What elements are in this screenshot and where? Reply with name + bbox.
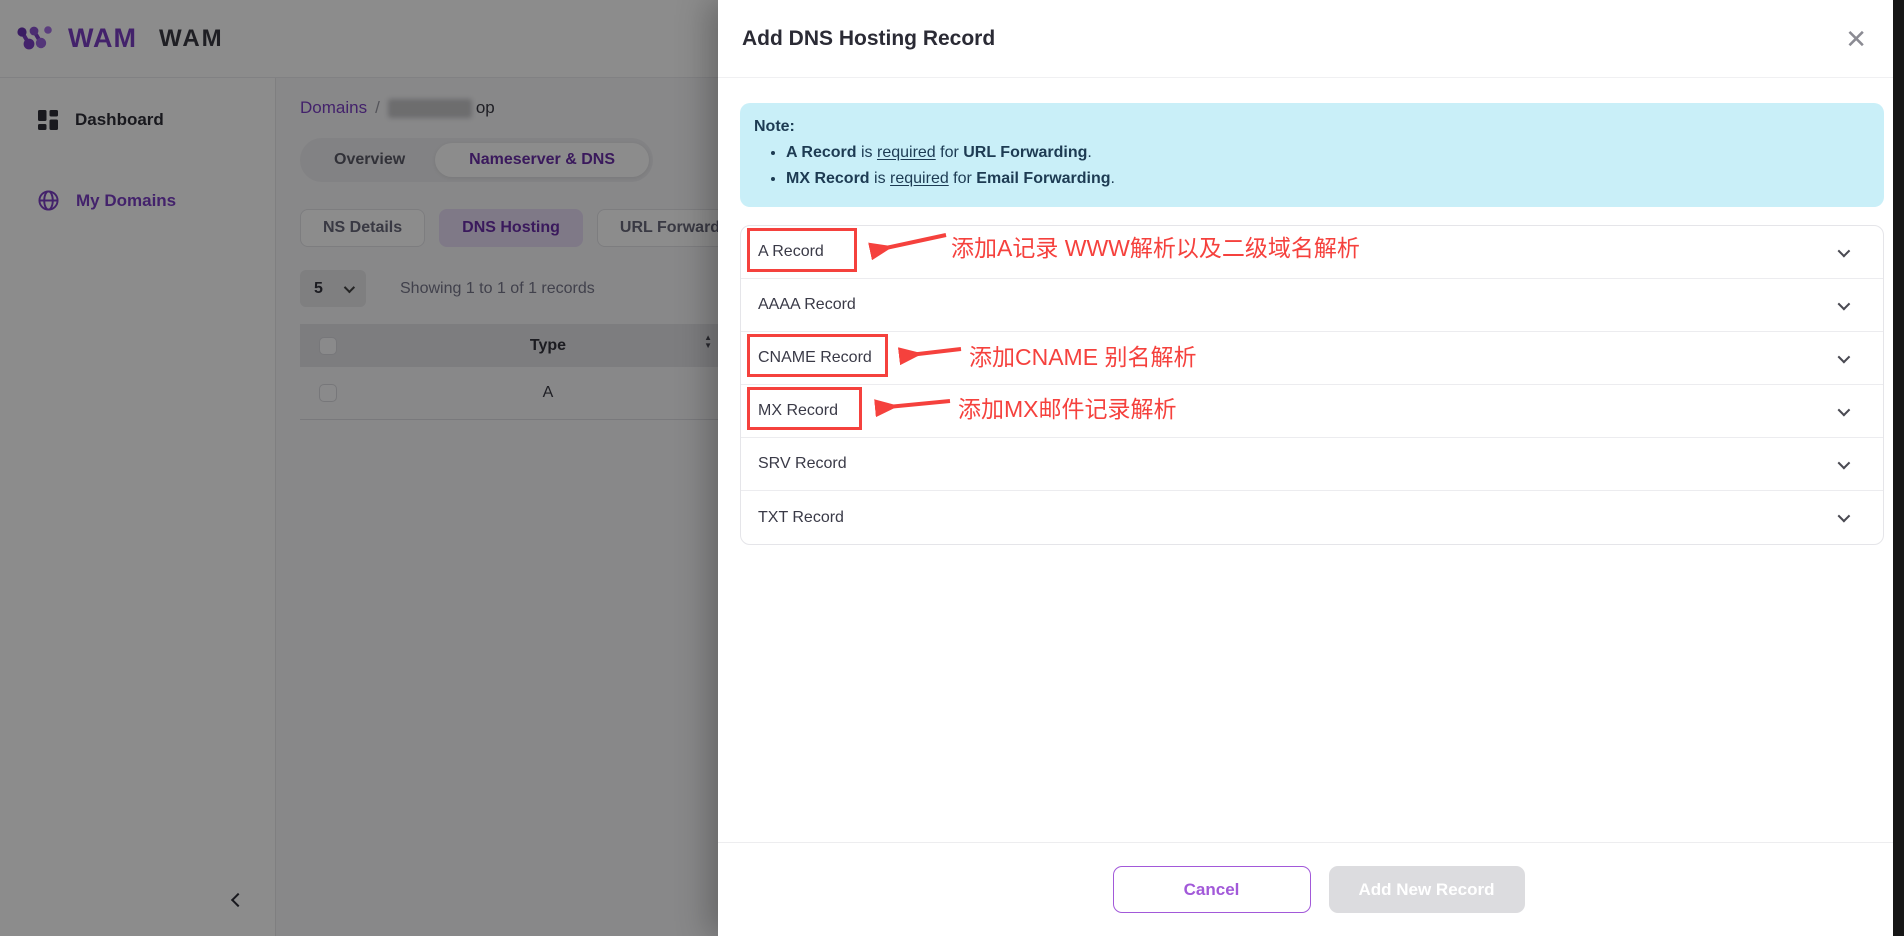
modal-header: Add DNS Hosting Record ✕	[718, 0, 1893, 78]
chevron-down-icon	[1838, 297, 1851, 310]
accordion-row-mx-record[interactable]: MX Record	[741, 385, 1883, 438]
modal-title: Add DNS Hosting Record	[742, 27, 995, 51]
accordion-row-a-record[interactable]: A Record	[741, 226, 1883, 279]
chevron-down-icon	[1838, 456, 1851, 469]
accordion-row-cname-record[interactable]: CNAME Record	[741, 332, 1883, 385]
note-item: A Record is required for URL Forwarding.	[786, 142, 1870, 164]
add-dns-record-modal: Add DNS Hosting Record ✕ Note: A Record …	[718, 0, 1893, 936]
accordion-label: A Record	[758, 243, 824, 261]
accordion-label: TXT Record	[758, 509, 844, 527]
chevron-down-icon	[1838, 403, 1851, 416]
add-new-record-button[interactable]: Add New Record	[1329, 866, 1525, 913]
note-heading: Note:	[754, 118, 1870, 136]
accordion-label: SRV Record	[758, 455, 847, 473]
note-item: MX Record is required for Email Forwardi…	[786, 168, 1870, 190]
record-type-accordion: A Record AAAA Record CNAME Record MX Rec…	[740, 225, 1884, 545]
accordion-label: AAAA Record	[758, 296, 856, 314]
note-box: Note: A Record is required for URL Forwa…	[740, 103, 1884, 207]
accordion-row-srv-record[interactable]: SRV Record	[741, 438, 1883, 491]
window-edge-strip	[1893, 0, 1904, 936]
cancel-button[interactable]: Cancel	[1113, 866, 1311, 913]
accordion-row-aaaa-record[interactable]: AAAA Record	[741, 279, 1883, 332]
accordion-label: CNAME Record	[758, 349, 872, 367]
chevron-down-icon	[1838, 350, 1851, 363]
accordion-label: MX Record	[758, 402, 838, 420]
note-list: A Record is required for URL Forwarding.…	[786, 142, 1870, 190]
accordion-row-txt-record[interactable]: TXT Record	[741, 491, 1883, 544]
close-icon[interactable]: ✕	[1837, 22, 1875, 56]
chevron-down-icon	[1838, 244, 1851, 257]
chevron-down-icon	[1838, 510, 1851, 523]
modal-body: Note: A Record is required for URL Forwa…	[718, 78, 1893, 545]
modal-footer: Cancel Add New Record	[718, 842, 1893, 936]
